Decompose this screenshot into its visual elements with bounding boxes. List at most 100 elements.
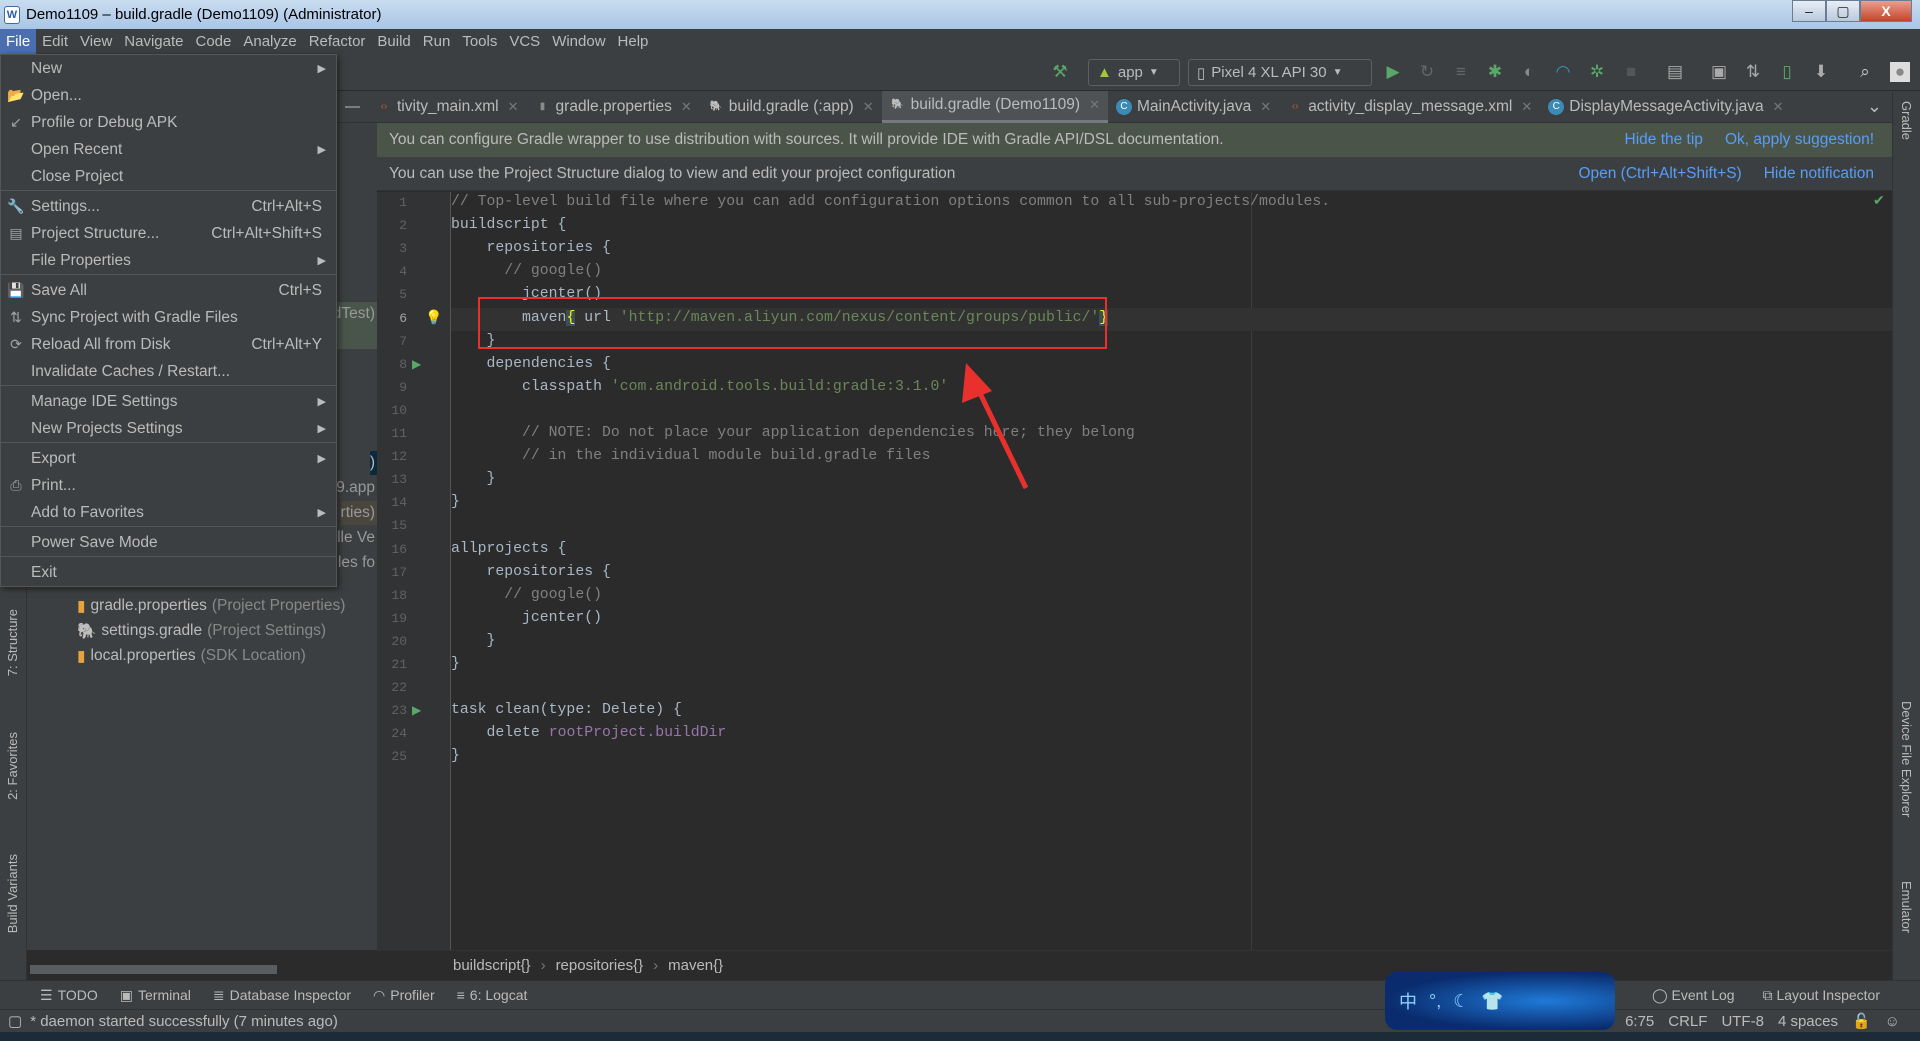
menu-navigate[interactable]: Navigate [118,29,189,54]
menu-view[interactable]: View [74,29,118,54]
run-gutter-icon[interactable]: ▶ [412,357,421,371]
account-icon[interactable]: ● [1890,62,1910,82]
ime-language[interactable]: 中 [1399,988,1417,1014]
hide-notification-link[interactable]: Hide notification [1764,165,1874,183]
sync-gradle-icon[interactable]: ⇅ [1743,62,1763,82]
tree-fragment[interactable]: rties) [340,501,377,525]
menu-item-new[interactable]: New ▶ [1,55,336,82]
project-horizontal-scrollbar[interactable] [30,965,277,974]
status-message[interactable]: * daemon started successfully (7 minutes… [30,1013,338,1030]
menu-tools[interactable]: Tools [456,29,503,54]
close-tab-icon[interactable]: ✕ [863,99,874,115]
apply-code-changes-icon[interactable]: ≡ [1451,62,1471,82]
tab-build-gradle-demo1109-[interactable]: 🐘 build.gradle (Demo1109) ✕ [881,90,1108,123]
tool-6-logcat[interactable]: ≡ 6: Logcat [457,987,528,1003]
menu-item-sync-project-with-gradle-files[interactable]: ⇅ Sync Project with Gradle Files [1,304,336,331]
menu-run[interactable]: Run [417,29,457,54]
run-config-select[interactable]: ▲ app ▼ [1088,59,1180,86]
close-button[interactable]: X [1860,0,1912,22]
close-tab-icon[interactable]: ✕ [1089,97,1100,113]
close-tab-icon[interactable]: ✕ [508,99,519,115]
punctuation-icon[interactable]: °, [1429,991,1441,1012]
menu-item-print[interactable]: ⎙ Print... [1,472,336,499]
search-icon[interactable]: ⌕ [1855,62,1875,82]
device-select[interactable]: ▯ Pixel 4 XL API 30 ▼ [1188,59,1372,86]
menu-item-close-project[interactable]: Close Project [1,163,336,190]
device-manager-icon[interactable]: ▯ [1777,62,1797,82]
attach-debugger-icon[interactable]: ◐ [1519,62,1539,82]
close-tab-icon[interactable]: ✕ [1773,99,1784,115]
menu-item-export[interactable]: Export ▶ [1,445,336,472]
sdk-manager-icon[interactable]: ⬇ [1811,62,1831,82]
menu-item-open[interactable]: 📂 Open... [1,82,336,109]
apply-suggestion-link[interactable]: Ok, apply suggestion! [1725,131,1874,149]
hammer-icon[interactable]: ⚒ [1050,62,1070,82]
event-log-button[interactable]: ◯ Event Log [1652,987,1735,1004]
minimize-button[interactable]: – [1792,0,1826,22]
menu-file[interactable]: File [0,29,37,54]
intention-bulb-icon[interactable]: 💡 [425,309,442,326]
avd-manager-icon[interactable]: ▣ [1709,62,1729,82]
open-project-structure-link[interactable]: Open (Ctrl+Alt+Shift+S) [1578,165,1741,183]
unlock-icon[interactable]: 🔓 [1852,1012,1871,1030]
tool-todo[interactable]: ☰ TODO [40,987,98,1004]
favorites-tool-button[interactable]: 2: Favorites [5,732,20,800]
stop-icon[interactable]: ■ [1621,62,1641,82]
tab-overflow-icon[interactable]: — [337,98,368,115]
caret-position[interactable]: 6:75 [1625,1013,1654,1030]
tool-profiler[interactable]: ◠ Profiler [373,987,435,1004]
moon-icon[interactable]: ☾ [1453,991,1469,1012]
profile-icon[interactable]: ◠ [1553,62,1573,82]
skin-icon[interactable]: 👕 [1481,991,1503,1012]
build-variants-tool-button[interactable]: Build Variants [5,854,20,933]
menu-item-exit[interactable]: Exit [1,559,336,586]
breadcrumb-item[interactable]: maven{} [668,957,723,974]
inspector-icon[interactable]: ☺ [1885,1013,1900,1030]
tree-fragment[interactable]: dTest) [332,302,377,349]
tab-mainactivity-java[interactable]: C MainActivity.java ✕ [1108,91,1279,123]
menu-item-save-all[interactable]: 💾 Save All Ctrl+S [1,277,336,304]
menu-item-settings[interactable]: 🔧 Settings... Ctrl+Alt+S [1,193,336,220]
run-gutter-icon[interactable]: ▶ [412,703,421,717]
tab-activity-display-message-xml[interactable]: ‹› activity_display_message.xml ✕ [1279,91,1540,123]
menu-item-invalidate-caches-restart[interactable]: Invalidate Caches / Restart... [1,358,336,385]
tree-item[interactable]: 🐘 settings.gradle (Project Settings) [77,619,326,643]
tab-gradle-properties[interactable]: ▮ gradle.properties ✕ [527,91,700,123]
breadcrumb-item[interactable]: buildscript{} [453,957,531,974]
tabs-dropdown-icon[interactable]: ⌄ [1867,96,1892,117]
line-separator[interactable]: CRLF [1668,1013,1707,1030]
close-tab-icon[interactable]: ✕ [1260,99,1271,115]
debug-icon[interactable]: ✱ [1485,62,1505,82]
tab-displaymessageactivity-java[interactable]: C DisplayMessageActivity.java ✕ [1540,91,1791,123]
structure-tool-button[interactable]: 7: Structure [5,609,20,676]
hide-tip-link[interactable]: Hide the tip [1625,131,1703,149]
tree-item[interactable]: ▮ local.properties (SDK Location) [77,644,306,668]
tree-fragment[interactable]: lle Ve [337,526,377,550]
menu-item-new-projects-settings[interactable]: New Projects Settings ▶ [1,415,336,442]
close-tab-icon[interactable]: ✕ [681,99,692,115]
tab-tivity-main-xml[interactable]: ‹› tivity_main.xml ✕ [368,91,527,123]
menu-window[interactable]: Window [546,29,611,54]
menu-edit[interactable]: Edit [36,29,74,54]
debug-app-icon[interactable]: ✲ [1587,62,1607,82]
tab-build-gradle-app-[interactable]: 🐘 build.gradle (:app) ✕ [700,91,882,123]
menu-item-open-recent[interactable]: Open Recent ▶ [1,136,336,163]
menu-vcs[interactable]: VCS [503,29,546,54]
indent-setting[interactable]: 4 spaces [1778,1013,1838,1030]
menu-help[interactable]: Help [612,29,655,54]
breadcrumb-item[interactable]: repositories{} [556,957,644,974]
tree-fragment-selected[interactable]: ) [369,451,377,475]
tree-item[interactable]: ▮ gradle.properties (Project Properties) [77,594,345,618]
menu-analyze[interactable]: Analyze [237,29,302,54]
apply-changes-icon[interactable]: ↻ [1417,62,1437,82]
close-tab-icon[interactable]: ✕ [1521,99,1532,115]
emulator-tool-button[interactable]: Emulator [1899,881,1914,933]
layout-inspector-button[interactable]: ⧉ Layout Inspector [1763,987,1880,1004]
tree-fragment[interactable]: 9.app [336,476,377,500]
menu-item-reload-all-from-disk[interactable]: ⟳ Reload All from Disk Ctrl+Alt+Y [1,331,336,358]
ime-toolbar[interactable]: 中 °, ☾ 👕 [1385,972,1615,1030]
run-icon[interactable]: ▶ [1383,62,1403,82]
maximize-button[interactable]: ▢ [1826,0,1860,22]
menu-item-profile-or-debug-apk[interactable]: ↙ Profile or Debug APK [1,109,336,136]
menu-item-power-save-mode[interactable]: Power Save Mode [1,529,336,556]
